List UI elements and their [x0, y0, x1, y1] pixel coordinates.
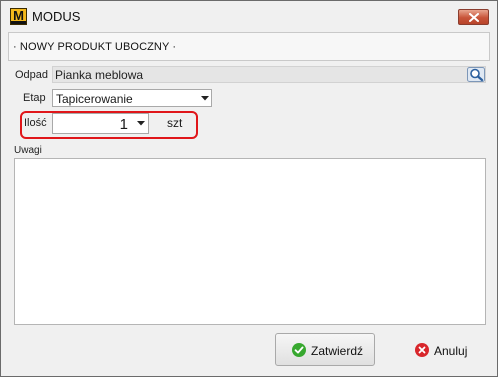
odpad-field[interactable]: Pianka meblowa [52, 66, 486, 83]
etap-select[interactable]: Tapicerowanie [52, 89, 212, 107]
odpad-value: Pianka meblowa [55, 68, 144, 82]
check-icon [292, 343, 306, 357]
dialog-header: · NOWY PRODUKT UBOCZNY · [8, 32, 490, 61]
cancel-icon [415, 343, 429, 357]
dialog-window: M MODUS · NOWY PRODUKT UBOCZNY · Odpad P… [0, 0, 498, 377]
dialog-header-title: · NOWY PRODUKT UBOCZNY · [13, 41, 177, 53]
quantity-value: 1 [119, 116, 128, 133]
quantity-input[interactable]: 1 [52, 113, 149, 134]
close-button[interactable] [458, 9, 489, 25]
etap-label: Etap [23, 92, 46, 104]
ilosc-label: Ilość [24, 117, 47, 129]
cancel-label: Anuluj [434, 344, 468, 358]
chevron-down-icon[interactable] [137, 121, 145, 126]
cancel-button[interactable]: Anuluj [400, 333, 486, 366]
quantity-unit: szt [167, 116, 183, 130]
confirm-label: Zatwierdź [311, 344, 364, 358]
odpad-label: Odpad [15, 69, 49, 81]
window-title: MODUS [32, 9, 81, 24]
search-button[interactable] [467, 67, 485, 82]
modus-logo-icon: M [10, 8, 27, 25]
title-bar[interactable]: M MODUS [1, 1, 497, 31]
close-icon [469, 13, 479, 22]
search-icon [467, 67, 485, 82]
uwagi-label: Uwagi [14, 145, 42, 156]
etap-value: Tapicerowanie [56, 92, 133, 106]
chevron-down-icon[interactable] [201, 96, 209, 101]
confirm-button[interactable]: Zatwierdź [275, 333, 375, 366]
notes-textarea[interactable] [14, 158, 486, 325]
